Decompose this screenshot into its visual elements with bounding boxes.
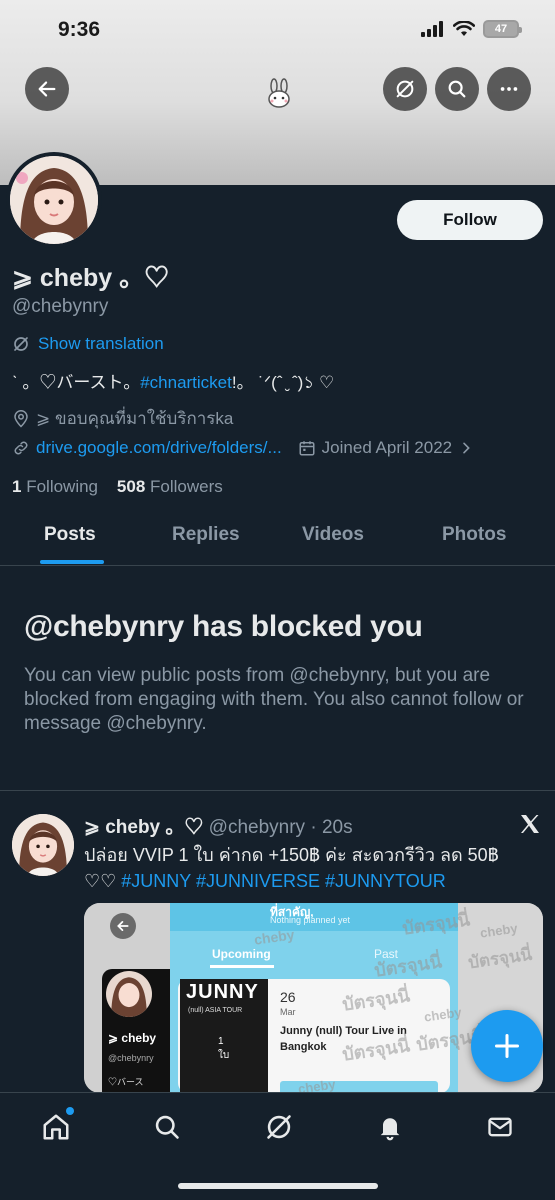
following-label: Following <box>26 477 99 496</box>
more-icon <box>500 87 518 91</box>
post-author-name[interactable]: ⩾ cheby 。♡ <box>84 817 203 838</box>
post-header: ⩾ cheby 。♡ @chebynry · 20s <box>84 812 353 839</box>
media-avatar <box>106 971 152 1017</box>
event-month: Mar <box>280 1007 296 1017</box>
post-text-line: ปล่อย VVIP 1 ใบ ค่ากด +150฿ ค่ะ สะดวกรีว… <box>84 845 499 865</box>
media-side-handle: @chebynry <box>108 1053 154 1063</box>
poster-title: JUNNY <box>186 981 259 1003</box>
followers-label: Followers <box>150 477 223 496</box>
status-time: 9:36 <box>58 18 101 41</box>
show-translation-link[interactable]: Show translation <box>12 334 164 354</box>
bio-text-end: !。 ˙ᐟ(ˆ ̮ ˆ)১ ♡ <box>231 373 335 392</box>
bunny-icon <box>268 78 290 108</box>
post-author-avatar[interactable] <box>12 814 74 876</box>
post-author-handle: @chebynry · 20s <box>208 817 353 838</box>
nav-grok[interactable] <box>261 1109 297 1145</box>
grok-icon <box>267 1115 291 1139</box>
post-text: ปล่อย VVIP 1 ใบ ค่ากด +150฿ ค่ะ สะดวกรีว… <box>84 842 544 894</box>
more-button[interactable] <box>487 67 531 111</box>
follow-stats: 1 Following 508 Followers <box>12 477 223 497</box>
show-translation-label: Show translation <box>38 334 164 353</box>
following-link[interactable]: 1 Following <box>12 477 98 496</box>
grok-icon <box>14 337 28 351</box>
joined-date: Joined April 2022 <box>321 438 453 457</box>
profile-avatar[interactable] <box>6 152 102 248</box>
arrow-left-icon <box>117 921 129 931</box>
home-icon <box>43 1114 69 1140</box>
bio-text: ˋ 。♡バースト。 <box>12 373 141 392</box>
bio-hashtag[interactable]: #chnarticket <box>140 373 232 392</box>
followers-count: 508 <box>116 477 146 496</box>
media-back-button <box>110 913 136 939</box>
search-icon <box>448 80 466 98</box>
notifications-icon <box>380 1118 400 1141</box>
post-text-prefix: ♡♡ <box>84 871 122 891</box>
avatar-image <box>10 156 98 244</box>
profile-bio: ˋ 。♡バースト。#chnarticket!。 ˙ᐟ(ˆ ̮ ˆ)১ ♡ <box>12 368 334 398</box>
post-hashtag[interactable]: #JUNNYTOUR <box>325 871 446 891</box>
search-button[interactable] <box>435 67 479 111</box>
post-hashtag[interactable]: #JUNNIVERSE <box>196 871 320 891</box>
post-media[interactable]: ⩾ cheby @chebynry ♡バース ที่สาคัญ, Nothing… <box>84 903 543 1093</box>
following-count: 1 <box>12 477 22 496</box>
follow-button[interactable]: Follow <box>397 200 543 240</box>
chevron-right-icon[interactable] <box>458 440 474 456</box>
grok-icon <box>396 80 414 98</box>
compose-button[interactable] <box>471 1010 543 1082</box>
grok-button[interactable] <box>383 67 427 111</box>
profile-website-link[interactable]: drive.google.com/drive/folders/... <box>36 438 282 458</box>
status-indicators: 47 <box>421 20 522 38</box>
profile-handle: @chebynry <box>12 296 109 317</box>
home-indicator[interactable] <box>178 1183 378 1189</box>
nav-notifications[interactable] <box>372 1109 408 1145</box>
profile-tabs: Posts Replies Videos Photos <box>0 510 555 566</box>
link-icon <box>14 441 28 455</box>
search-icon <box>155 1115 179 1139</box>
post-hashtag[interactable]: #JUNNY <box>121 871 191 891</box>
profile-display-name: ⩾ cheby 。♡ <box>12 264 170 292</box>
tab-posts[interactable]: Posts <box>44 524 96 546</box>
back-button[interactable] <box>25 67 69 111</box>
profile-location: ⩾ ขอบคุณที่มาใช้บริการka <box>12 405 233 432</box>
media-side-bio: ♡バース <box>108 1077 144 1087</box>
notification-dot <box>66 1107 74 1115</box>
blocked-message: You can view public posts from @chebynry… <box>24 665 524 734</box>
tab-photos[interactable]: Photos <box>442 524 506 546</box>
signal-icon <box>421 21 443 37</box>
poster-subtitle: (null) ASIA TOUR <box>188 1007 243 1014</box>
media-event-poster: JUNNY (null) ASIA TOUR 1 ใบ <box>180 979 268 1093</box>
nav-search[interactable] <box>149 1109 185 1145</box>
plus-icon <box>494 1033 520 1059</box>
avatar-image <box>12 814 74 876</box>
tab-videos[interactable]: Videos <box>302 524 364 546</box>
location-text: ⩾ ขอบคุณที่มาใช้บริการka <box>36 409 234 428</box>
poster-small-text: 1 ใบ <box>218 1036 230 1061</box>
messages-icon <box>488 1117 512 1137</box>
media-left-panel: ⩾ cheby @chebynry ♡バース <box>84 903 170 1093</box>
divider <box>0 790 555 791</box>
profile-links-row: drive.google.com/drive/folders/... Joine… <box>12 438 474 458</box>
media-header-text: Nothing planned yet <box>270 915 351 925</box>
event-title-2: Bangkok <box>280 1041 327 1053</box>
media-tab-upcoming: Upcoming <box>212 947 271 961</box>
location-icon <box>14 409 28 428</box>
event-day: 26 <box>280 989 296 1005</box>
x-logo-icon <box>521 815 539 833</box>
battery-level: 47 <box>494 23 508 35</box>
media-side-name: ⩾ cheby <box>108 1031 157 1045</box>
blocked-title: @chebynry has blocked you <box>24 610 423 643</box>
nav-home[interactable] <box>38 1107 74 1145</box>
nav-messages[interactable] <box>482 1109 518 1145</box>
media-tab-indicator <box>210 965 274 968</box>
followers-link[interactable]: 508 Followers <box>117 477 223 496</box>
active-tab-indicator <box>40 560 104 564</box>
tab-replies[interactable]: Replies <box>172 524 240 546</box>
battery-icon: 47 <box>483 20 522 38</box>
calendar-icon <box>299 441 315 456</box>
wifi-icon <box>453 21 475 36</box>
status-bar: 9:36 47 <box>0 0 555 60</box>
arrow-left-icon <box>38 81 56 97</box>
